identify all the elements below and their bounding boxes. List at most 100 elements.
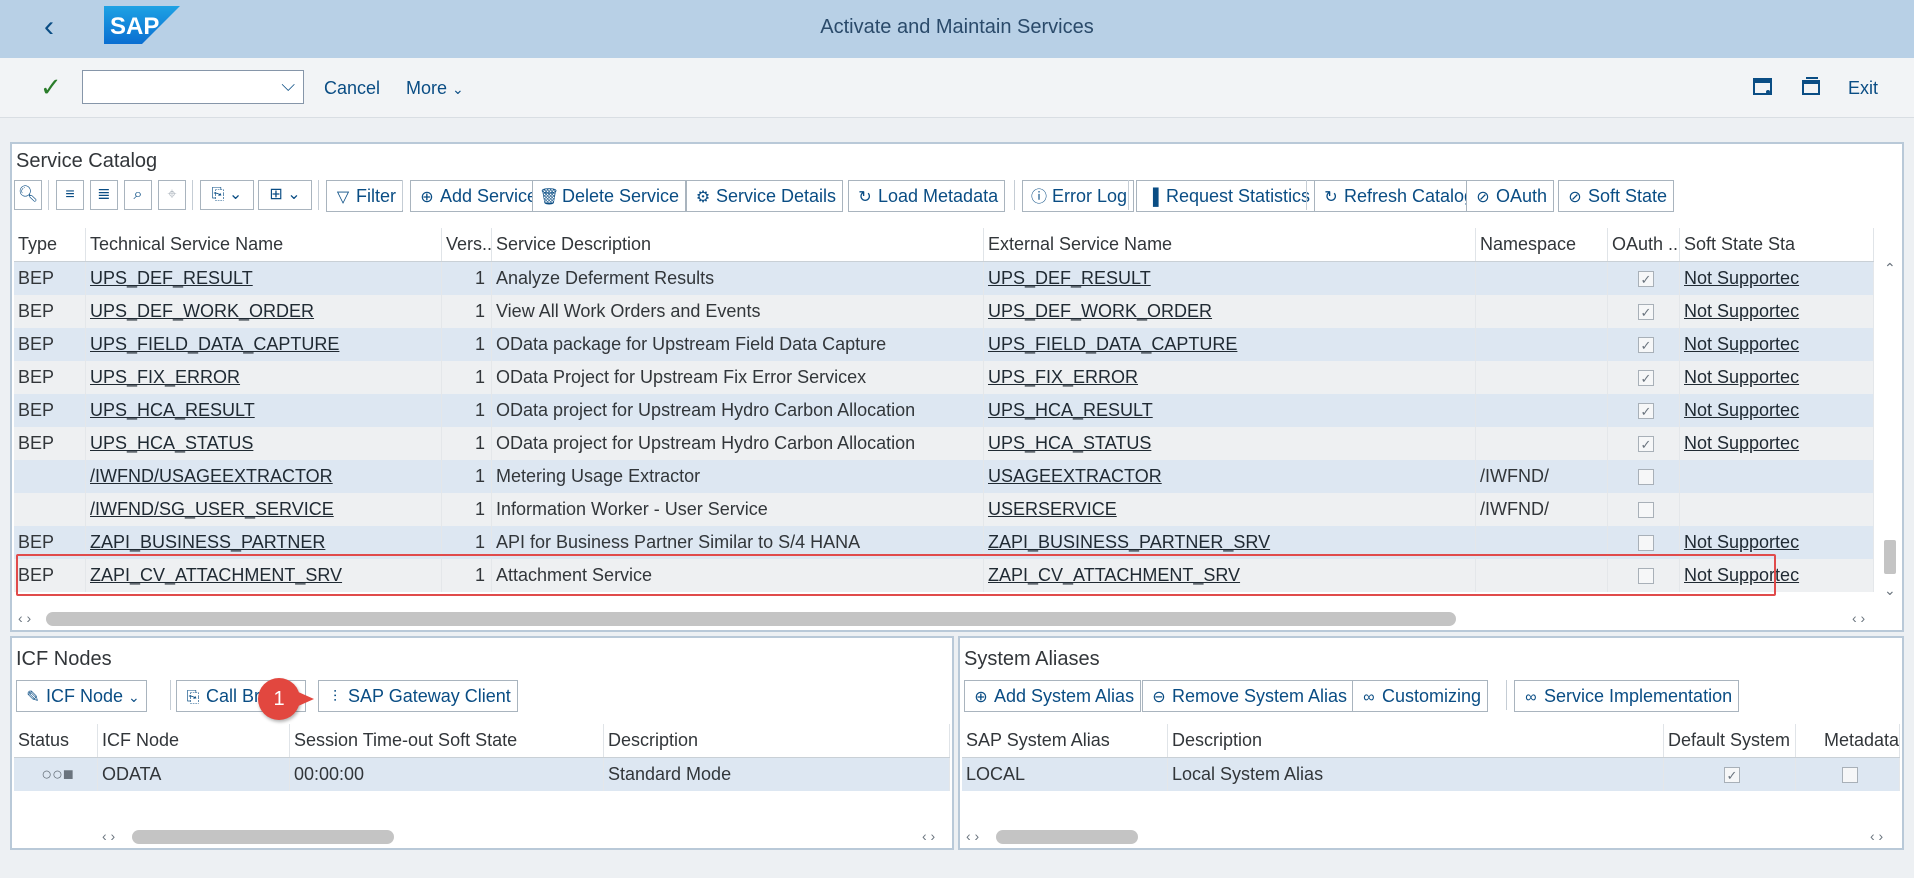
error-log-button[interactable]: ⓘ Error Log [1022, 180, 1135, 212]
scroll-left-right-icon[interactable]: ‹ › [18, 610, 31, 626]
external-name-link[interactable]: UPS_HCA_RESULT [984, 394, 1476, 427]
column-header-external-name[interactable]: External Service Name [984, 228, 1476, 261]
oauth-checkbox[interactable] [1637, 469, 1654, 486]
catalog-horizontal-scrollbar[interactable] [46, 612, 1456, 626]
technical-name-link[interactable]: UPS_FIX_ERROR [86, 361, 442, 394]
remove-system-alias-button[interactable]: ⊖ Remove System Alias [1142, 680, 1355, 712]
column-header-system-alias[interactable]: SAP System Alias [962, 724, 1168, 757]
default-system-checkbox[interactable] [1723, 759, 1740, 791]
column-header-session-timeout[interactable]: Session Time-out Soft State [290, 724, 604, 757]
external-name-link[interactable]: UPS_FIELD_DATA_CAPTURE [984, 328, 1476, 361]
customizing-button[interactable]: ∞ Customizing [1352, 680, 1489, 712]
table-row[interactable]: BEP UPS_DEF_WORK_ORDER 1 View All Work Orde… [14, 295, 1874, 328]
add-system-alias-button[interactable]: ⊕ Add System Alias [964, 680, 1142, 712]
column-header-icf-description[interactable]: Description [604, 724, 950, 757]
technical-name-link[interactable]: /IWFND/USAGEEXTRACTOR [86, 460, 442, 493]
external-name-link[interactable]: USERSERVICE [984, 493, 1476, 526]
table-row[interactable]: ○○■ ODATA 00:00:00 Standard Mode [14, 758, 950, 791]
soft-state-link[interactable]: Not Supportec [1680, 361, 1874, 394]
find-icon[interactable]: ⌕ [124, 180, 152, 210]
table-row[interactable]: LOCAL Local System Alias [962, 758, 1900, 791]
technical-name-link[interactable]: /IWFND/SG_USER_SERVICE [86, 493, 442, 526]
column-header-default-system[interactable]: Default System [1664, 724, 1796, 757]
soft-state-link[interactable]: Not Supportec [1680, 262, 1874, 295]
technical-name-link[interactable]: UPS_DEF_WORK_ORDER [86, 295, 442, 328]
column-header-oauth[interactable]: OAuth ... [1608, 228, 1680, 261]
column-header-namespace[interactable]: Namespace [1476, 228, 1608, 261]
cancel-button[interactable]: Cancel [324, 78, 380, 99]
more-button[interactable]: More ⌄ [406, 78, 464, 99]
oauth-checkbox[interactable] [1637, 502, 1654, 519]
icf-node-button[interactable]: ✎ ICF Node ⌄ [16, 680, 147, 712]
scroll-up-icon[interactable]: ⌃ [1884, 260, 1896, 277]
oauth-checkbox[interactable] [1637, 395, 1654, 427]
soft-state-link[interactable]: Not Supportec [1680, 427, 1874, 460]
delete-service-button[interactable]: 🗑︎ Delete Service [532, 180, 687, 212]
external-name-link[interactable]: UPS_HCA_STATUS [984, 427, 1476, 460]
oauth-checkbox[interactable] [1637, 263, 1654, 295]
soft-state-link[interactable]: Not Supportec [1680, 295, 1874, 328]
command-field[interactable]: ⌵ [82, 70, 304, 104]
service-implementation-button[interactable]: ∞ Service Implementation [1514, 680, 1740, 712]
sort-descending-icon[interactable]: ≣ [90, 180, 118, 210]
checkmark-icon[interactable]: ✓ [40, 72, 62, 103]
find-next-icon[interactable]: ⌖ [158, 180, 186, 210]
external-name-link[interactable]: UPS_DEF_WORK_ORDER [984, 295, 1476, 328]
column-header-alias-description[interactable]: Description [1168, 724, 1664, 757]
column-header-type[interactable]: Type [14, 228, 86, 261]
chevron-down-icon[interactable]: ⌵ [281, 75, 295, 96]
column-header-status[interactable]: Status [14, 724, 98, 757]
sap-gateway-client-button[interactable]: ⫶ SAP Gateway Client [318, 680, 518, 712]
table-row[interactable]: BEP UPS_FIELD_DATA_CAPTURE 1 OData package … [14, 328, 1874, 361]
oauth-checkbox[interactable] [1637, 329, 1654, 361]
request-statistics-button[interactable]: ▐ Request Statistics [1136, 180, 1318, 212]
export-menu-icon[interactable]: ⎘ ⌄ [200, 180, 254, 210]
oauth-checkbox[interactable] [1637, 296, 1654, 328]
add-service-button[interactable]: ⊕ Add Service [410, 180, 545, 212]
oauth-button[interactable]: ⊘ OAuth [1466, 180, 1555, 212]
aliases-horizontal-scrollbar[interactable] [996, 830, 1138, 844]
metadata-checkbox[interactable] [1841, 767, 1858, 784]
table-row[interactable]: BEP UPS_FIX_ERROR 1 OData Project for Upstr… [14, 361, 1874, 394]
scroll-left-right-icon[interactable]: ‹ › [102, 828, 115, 844]
exit-button[interactable]: Exit [1848, 78, 1878, 99]
oauth-checkbox[interactable] [1637, 362, 1654, 394]
scroll-left-right-icon[interactable]: ‹ › [1870, 828, 1883, 844]
soft-state-link[interactable]: Not Supportec [1680, 394, 1874, 427]
soft-state-button[interactable]: ⊘ Soft State [1558, 180, 1675, 212]
service-details-button[interactable]: ⚙︎ Service Details [686, 180, 844, 212]
scroll-down-icon[interactable]: ⌄ [1884, 582, 1896, 599]
soft-state-link[interactable]: Not Supportec [1680, 328, 1874, 361]
oauth-checkbox[interactable] [1637, 535, 1654, 552]
icf-horizontal-scrollbar[interactable] [132, 830, 394, 844]
column-header-icf-node[interactable]: ICF Node [98, 724, 290, 757]
table-row[interactable]: BEP UPS_DEF_RESULT 1 Analyze Deferment Resu… [14, 262, 1874, 295]
table-row[interactable]: BEP UPS_HCA_RESULT 1 OData project for Upst… [14, 394, 1874, 427]
window-icon[interactable] [1752, 76, 1774, 98]
technical-name-link[interactable]: UPS_DEF_RESULT [86, 262, 442, 295]
table-row[interactable]: BEP UPS_HCA_STATUS 1 OData project for Upst… [14, 427, 1874, 460]
external-name-link[interactable]: UPS_DEF_RESULT [984, 262, 1476, 295]
column-header-soft-state[interactable]: Soft State Sta [1680, 228, 1874, 261]
table-row[interactable]: /IWFND/SG_USER_SERVICE 1 Information Worke… [14, 493, 1874, 526]
filter-button[interactable]: ▽ Filter [326, 180, 403, 212]
column-header-version[interactable]: Vers... [442, 228, 492, 261]
external-name-link[interactable]: UPS_FIX_ERROR [984, 361, 1476, 394]
scroll-left-right-icon[interactable]: ‹ › [922, 828, 935, 844]
sort-ascending-icon[interactable]: ≡ [56, 180, 84, 210]
new-window-icon[interactable] [1800, 76, 1822, 98]
column-header-technical-name[interactable]: Technical Service Name [86, 228, 442, 261]
catalog-vertical-scrollbar[interactable] [1884, 540, 1896, 574]
refresh-catalog-button[interactable]: ↻ Refresh Catalog [1314, 180, 1482, 212]
oauth-checkbox[interactable] [1637, 428, 1654, 460]
table-row[interactable]: /IWFND/USAGEEXTRACTOR 1 Metering Usage Ext… [14, 460, 1874, 493]
zoom-icon[interactable]: 🔍︎ [14, 180, 42, 210]
external-name-link[interactable]: USAGEEXTRACTOR [984, 460, 1476, 493]
column-header-description[interactable]: Service Description [492, 228, 984, 261]
technical-name-link[interactable]: UPS_FIELD_DATA_CAPTURE [86, 328, 442, 361]
column-header-metadata[interactable]: Metadata [1796, 724, 1900, 757]
scroll-left-right-icon[interactable]: ‹ › [1852, 610, 1865, 626]
layout-menu-icon[interactable]: ⊞ ⌄ [258, 180, 312, 210]
load-metadata-button[interactable]: ↻ Load Metadata [848, 180, 1006, 212]
technical-name-link[interactable]: UPS_HCA_RESULT [86, 394, 442, 427]
